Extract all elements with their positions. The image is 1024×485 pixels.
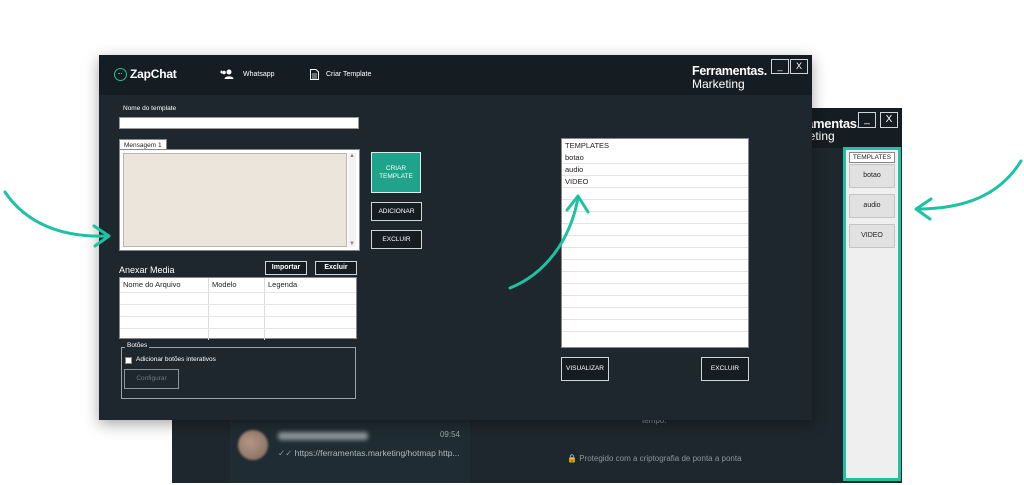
- templates-panel-title: TEMPLATES: [849, 152, 895, 163]
- chat-timestamp: 09:54: [439, 430, 460, 439]
- ferramentas-marketing-logo: Ferramentas. Marketing: [692, 64, 767, 91]
- scroll-down-icon[interactable]: ▼: [348, 241, 356, 247]
- template-name-label: Nome do template: [123, 105, 177, 112]
- list-item[interactable]: audio: [562, 164, 748, 176]
- chat-preview: ✓✓ https://ferramentas.marketing/hotmap …: [278, 448, 460, 458]
- background-close-button[interactable]: X: [880, 112, 898, 128]
- column-divider: [208, 278, 209, 340]
- list-item-empty: [562, 320, 748, 332]
- column-header-caption[interactable]: Legenda: [265, 278, 297, 292]
- media-delete-button[interactable]: Excluir: [315, 261, 357, 275]
- table-row-divider: [120, 316, 356, 317]
- media-table[interactable]: Nome do Arquivo Modelo Legenda: [119, 277, 357, 340]
- templates-side-panel: TEMPLATES botao audio VIDEO: [843, 147, 901, 481]
- main-window: ZapChat Whatsapp Criar Template Ferramen…: [99, 55, 812, 420]
- interactive-buttons-label[interactable]: Adicionar botões interativos: [136, 356, 216, 363]
- import-button[interactable]: Importar: [265, 261, 307, 275]
- create-template-button[interactable]: CRIAR TEMPLATE: [371, 152, 421, 193]
- main-window-header: ZapChat Whatsapp Criar Template Ferramen…: [99, 55, 812, 95]
- column-header-file-name[interactable]: Nome do Arquivo: [120, 278, 181, 292]
- arrow-left-icon: [3, 190, 111, 248]
- message-textarea[interactable]: [123, 153, 347, 247]
- templates-list-header: TEMPLATES: [565, 141, 610, 150]
- encryption-notice: 🔒 Protegido com a criptografia de ponta …: [567, 454, 742, 463]
- interactive-buttons-checkbox[interactable]: [125, 357, 132, 364]
- table-row-divider: [120, 304, 356, 305]
- template-name-input[interactable]: [119, 117, 359, 129]
- close-button[interactable]: X: [790, 59, 808, 74]
- message-scrollbar[interactable]: ▲ ▼: [348, 153, 356, 247]
- table-row-divider: [120, 328, 356, 329]
- template-button-botao[interactable]: botao: [849, 164, 895, 188]
- buttons-group-label: Botões: [125, 342, 150, 349]
- column-header-model[interactable]: Modelo: [209, 278, 237, 292]
- nav-criar-template[interactable]: Criar Template: [310, 69, 371, 80]
- column-divider: [264, 278, 265, 340]
- message-tab-panel: ▲ ▼: [119, 149, 360, 251]
- view-button[interactable]: VISUALIZAR: [561, 357, 609, 381]
- lock-icon: 🔒: [567, 454, 577, 463]
- attach-media-title: Anexar Media: [119, 265, 175, 275]
- double-check-icon: ✓✓: [278, 448, 293, 458]
- arrow-center-icon: [508, 194, 590, 290]
- list-item-empty: [562, 308, 748, 320]
- configure-button[interactable]: Configurar: [124, 369, 179, 389]
- users-icon: [220, 69, 234, 79]
- template-button-audio[interactable]: audio: [849, 194, 895, 218]
- delete-template-button[interactable]: EXCLUIR: [701, 357, 749, 381]
- chat-list-item[interactable]: 09:54 ✓✓ https://ferramentas.marketing/h…: [230, 418, 470, 483]
- arrow-right-icon: [914, 159, 1023, 221]
- scroll-up-icon[interactable]: ▲: [348, 153, 356, 159]
- list-item-empty: [562, 296, 748, 308]
- zapchat-logo: ZapChat: [114, 67, 177, 81]
- background-minimize-button[interactable]: _: [858, 112, 876, 128]
- template-button-video[interactable]: VIDEO: [849, 224, 895, 248]
- list-item[interactable]: botao: [562, 152, 748, 164]
- avatar: [238, 430, 268, 460]
- minimize-button[interactable]: _: [771, 59, 789, 74]
- table-row-divider: [120, 292, 356, 293]
- nav-whatsapp[interactable]: Whatsapp: [220, 69, 275, 79]
- add-button[interactable]: ADICIONAR: [371, 202, 422, 221]
- document-icon: [310, 69, 319, 80]
- chat-contact-name-blurred: [278, 432, 368, 440]
- chat-bubble-icon: [114, 67, 127, 81]
- delete-message-button[interactable]: EXCLUIR: [371, 230, 422, 249]
